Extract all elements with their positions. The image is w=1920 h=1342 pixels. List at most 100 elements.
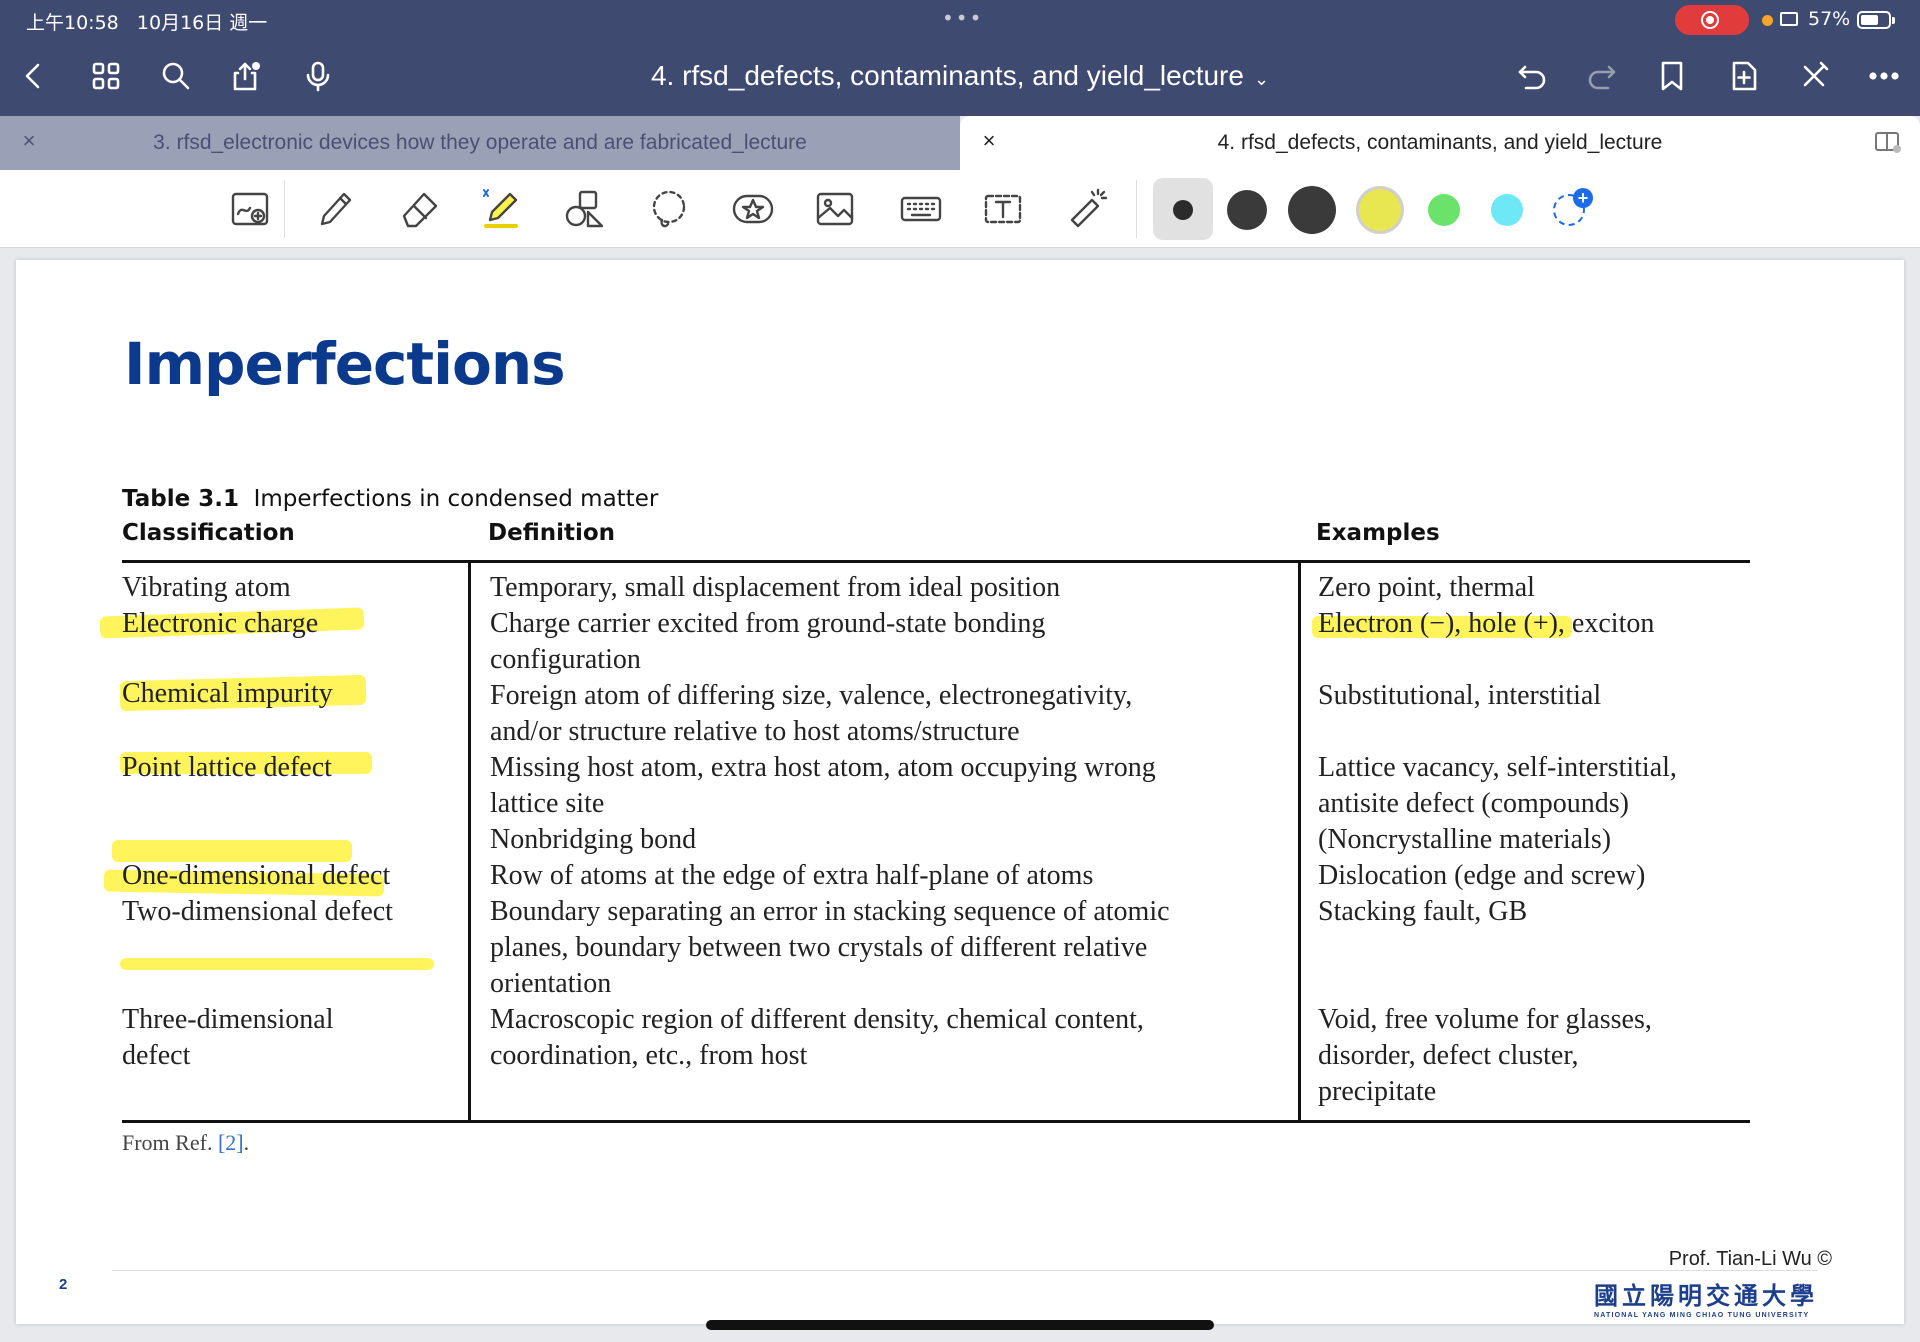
- cell-classification: Three-dimensional: [122, 1004, 334, 1035]
- lasso-tool[interactable]: [642, 182, 696, 236]
- swatch-yellow[interactable]: [1356, 186, 1404, 234]
- table-column-rule: [1298, 561, 1301, 1121]
- undo-icon[interactable]: [1510, 54, 1554, 98]
- cell-definition: Temporary, small displacement from ideal…: [490, 572, 1061, 603]
- highlighter-tool[interactable]: [474, 182, 528, 236]
- footer-divider: [112, 1270, 1818, 1271]
- swatch-black-small[interactable]: [1173, 200, 1193, 220]
- cell-classification: One-dimensional defect: [122, 860, 391, 891]
- cell-examples: Substitutional, interstitial: [1318, 680, 1602, 711]
- cell-definition: planes, boundary between two crystals of…: [490, 932, 1148, 963]
- cell-definition: Foreign atom of differing size, valence,…: [490, 680, 1133, 711]
- slide-title: Imperfections: [124, 330, 566, 398]
- app-header: 上午10:58 10月16日 週一 ••• 57% 4. rfsd_defect…: [0, 0, 1920, 116]
- chevron-down-icon: ⌄: [1253, 69, 1270, 89]
- cell-examples: Electron (−), hole (+), exciton: [1318, 608, 1655, 639]
- cell-definition: Nonbridging bond: [490, 824, 697, 855]
- university-logo-en: NATIONAL YANG MING CHIAO TUNG UNIVERSITY: [1594, 1312, 1810, 1319]
- text-box-tool[interactable]: [976, 182, 1030, 236]
- battery-icon: [1857, 11, 1895, 29]
- cell-examples: antisite defect (compounds): [1318, 788, 1630, 819]
- annotation-toolbar: +: [0, 170, 1920, 248]
- mic-in-use-dot: [1762, 15, 1773, 26]
- search-icon[interactable]: [154, 54, 198, 98]
- cell-classification: Two-dimensional defect: [122, 896, 393, 927]
- home-indicator[interactable]: [706, 1320, 1214, 1330]
- cell-definition: Macroscopic region of different density,…: [490, 1004, 1144, 1035]
- tab-label: 4. rfsd_defects, contaminants, and yield…: [1217, 131, 1663, 154]
- microphone-icon[interactable]: [296, 54, 340, 98]
- battery-percent: 57%: [1808, 8, 1851, 30]
- share-icon[interactable]: [224, 54, 268, 98]
- cell-definition: lattice site: [490, 788, 605, 819]
- status-bar: 上午10:58 10月16日 週一 ••• 57%: [0, 0, 1920, 40]
- more-icon[interactable]: [1862, 54, 1906, 98]
- back-icon[interactable]: [12, 54, 56, 98]
- screen-recording-indicator[interactable]: [1675, 5, 1749, 35]
- record-icon: [1701, 11, 1719, 29]
- reference-link[interactable]: [2]: [218, 1130, 244, 1155]
- table-rule-bottom: [122, 1120, 1750, 1123]
- cell-classification: Point lattice defect: [122, 752, 332, 783]
- redo-icon[interactable]: [1580, 54, 1624, 98]
- tab-lecture-3[interactable]: × 3. rfsd_electronic devices how they op…: [0, 116, 960, 170]
- sticker-tool[interactable]: [726, 182, 780, 236]
- author-credit: Prof. Tian-Li Wu ©: [1668, 1248, 1832, 1270]
- table-caption: Table 3.1 Imperfections in condensed mat…: [122, 486, 659, 512]
- header-examples: Examples: [1316, 520, 1440, 546]
- cell-definition: Row of atoms at the edge of extra half-p…: [490, 860, 1094, 891]
- cell-classification: Vibrating atom: [122, 572, 291, 603]
- cell-definition: orientation: [490, 968, 612, 999]
- cell-classification: Chemical impurity: [122, 678, 333, 709]
- split-view-icon[interactable]: [1874, 130, 1902, 154]
- cell-examples: Dislocation (edge and screw): [1318, 860, 1646, 891]
- cell-classification: Electronic charge: [122, 608, 319, 639]
- handwriting-zoom-tool[interactable]: [224, 182, 278, 236]
- nav-bar: 4. rfsd_defects, contaminants, and yield…: [0, 40, 1920, 116]
- highlight-mark: [120, 958, 434, 970]
- add-page-icon[interactable]: [1722, 54, 1766, 98]
- cell-examples: (Noncrystalline materials): [1318, 824, 1612, 855]
- cell-definition: and/or structure relative to host atoms/…: [490, 716, 1020, 747]
- pdf-page[interactable]: Imperfections Table 3.1 Imperfections in…: [16, 260, 1904, 1324]
- shapes-tool[interactable]: [558, 182, 612, 236]
- image-tool[interactable]: [808, 182, 862, 236]
- swatch-black-large[interactable]: [1288, 186, 1336, 234]
- cell-definition: Charge carrier excited from ground-state…: [490, 608, 1046, 639]
- multitask-dots[interactable]: •••: [942, 6, 983, 30]
- swatch-green[interactable]: [1428, 194, 1460, 226]
- document-title[interactable]: 4. rfsd_defects, contaminants, and yield…: [560, 60, 1360, 92]
- plus-icon: +: [1573, 188, 1593, 208]
- cell-definition: configuration: [490, 644, 641, 675]
- cell-examples: Stacking fault, GB: [1318, 896, 1528, 927]
- cell-examples: Zero point, thermal: [1318, 572, 1535, 603]
- page-number: 2: [59, 1276, 68, 1293]
- cell-definition: coordination, etc., from host: [490, 1040, 808, 1071]
- grid-view-icon[interactable]: [84, 54, 128, 98]
- swatch-cyan[interactable]: [1491, 194, 1523, 226]
- cell-examples: Void, free volume for glasses,: [1318, 1004, 1652, 1035]
- cell-examples: Lattice vacancy, self-interstitial,: [1318, 752, 1677, 783]
- status-time: 上午10:58 10月16日 週一: [26, 12, 268, 34]
- cell-definition: Boundary separating an error in stacking…: [490, 896, 1170, 927]
- close-pen-icon[interactable]: [1792, 54, 1836, 98]
- add-color-button[interactable]: +: [1553, 188, 1593, 226]
- table-column-rule: [468, 561, 471, 1121]
- cell-examples: precipitate: [1318, 1076, 1437, 1107]
- tab-lecture-4[interactable]: × 4. rfsd_defects, contaminants, and yie…: [960, 116, 1920, 170]
- table-source: From Ref. [2].: [122, 1130, 250, 1155]
- header-definition: Definition: [488, 520, 616, 546]
- laser-pointer-tool[interactable]: [1060, 182, 1114, 236]
- cell-classification: defect: [122, 1040, 191, 1071]
- swatch-black-medium[interactable]: [1227, 190, 1267, 230]
- pen-tool[interactable]: [308, 182, 362, 236]
- eraser-tool[interactable]: [392, 182, 446, 236]
- bookmark-icon[interactable]: [1650, 54, 1694, 98]
- toolbar-divider: [1136, 180, 1137, 238]
- cell-examples: disorder, defect cluster,: [1318, 1040, 1579, 1071]
- screen-mirror-icon: [1780, 12, 1798, 26]
- keyboard-tool[interactable]: [894, 182, 948, 236]
- tab-label: 3. rfsd_electronic devices how they oper…: [153, 131, 807, 154]
- table-rule-top: [122, 560, 1750, 563]
- university-logo-cn: 國立陽明交通大學: [1594, 1282, 1818, 1310]
